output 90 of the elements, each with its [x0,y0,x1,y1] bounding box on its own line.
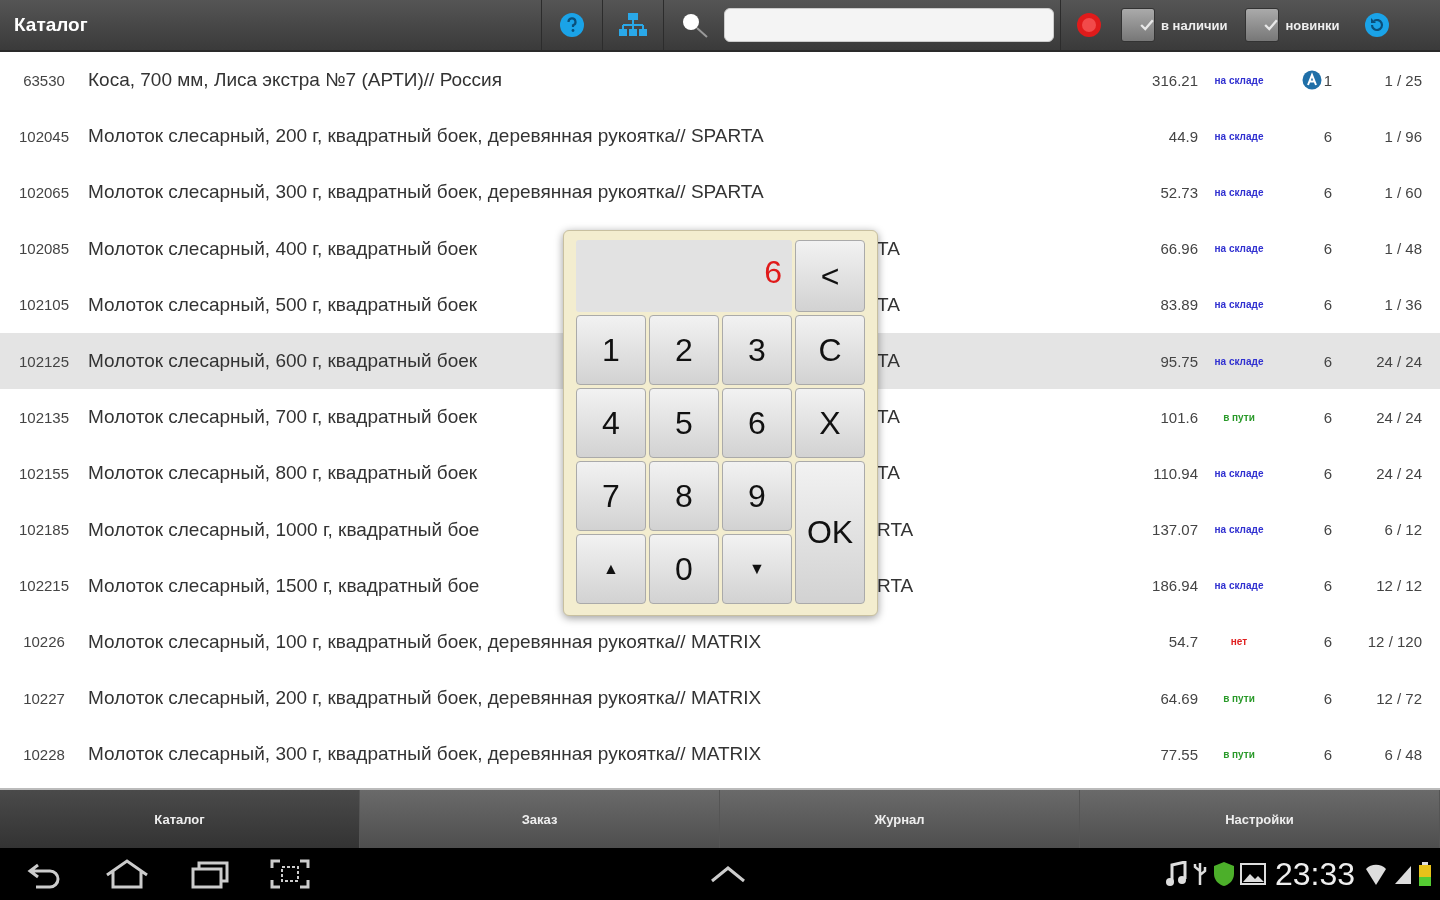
item-quantity: 6 [1323,240,1332,258]
clock: 23:33 [1274,855,1355,893]
item-name: Молоток слесарный, 300 г, квадратный боек, деревянная рукоятка// SPARTA [88,181,765,204]
item-quantity: 6 [1323,408,1332,426]
item-name: RTA [877,518,915,541]
stock-status: на складе [1214,299,1264,311]
item-code: 10227 [22,689,66,707]
item-code: 10226 [22,633,66,651]
stock-status: на складе [1214,580,1264,592]
screen-title: Каталог [13,14,89,36]
pack-size: 6 / 48 [1383,745,1423,763]
pack-size: 12 / 72 [1375,689,1423,707]
pack-size: 12 / 120 [1366,633,1423,651]
item-price: 186.94 [1151,577,1198,595]
item-name: RTA [877,574,915,597]
item-name: TA [877,237,901,260]
item-name: TA [877,350,901,373]
stock-status: на складе [1214,355,1264,367]
item-quantity: 6 [1323,296,1332,314]
pack-size: 1 / 96 [1383,127,1423,145]
item-name: TA [877,462,901,485]
keypad-display: 6 [576,240,792,312]
item-quantity: 1 [1323,71,1332,89]
item-quantity: 6 [1323,183,1332,201]
item-name: Молоток слесарный, 200 г, квадратный боек, деревянная рукоятка// MATRIX [88,687,763,710]
stock-status: в пути [1223,411,1255,423]
item-name: Молоток слесарный, 700 г, квадратный боек [88,406,479,429]
item-code: 102215 [17,577,71,595]
item-name: Молоток слесарный, 1000 г, квадратный бое [88,518,481,541]
item-code: 102185 [17,521,71,539]
stock-status: нет [1230,636,1248,648]
item-code: 63530 [22,71,66,89]
item-quantity: 6 [1323,745,1332,763]
item-price: 316.21 [1151,71,1198,89]
item-code: 102045 [17,127,71,145]
item-price: 95.75 [1159,352,1198,370]
item-name: Коса, 700 мм, Лиса экстра №7 (АРТИ)// Россия [88,69,503,92]
item-quantity: 6 [1323,689,1332,707]
stock-status: на складе [1214,74,1264,86]
item-code: 102155 [17,464,71,482]
item-name: Молоток слесарный, 500 г, квадратный боек [88,293,479,316]
stock-status: на складе [1214,130,1264,142]
pack-size: 6 / 12 [1383,521,1423,539]
item-code: 102135 [17,408,71,426]
item-price: 110.94 [1152,464,1198,482]
item-quantity: 6 [1323,352,1332,370]
stock-status: в пути [1223,692,1255,704]
item-price: 54.7 [1167,633,1198,651]
pack-size: 1 / 25 [1383,71,1423,89]
stock-status: на складе [1214,524,1264,536]
pack-size: 1 / 36 [1383,296,1423,314]
pack-size: 12 / 12 [1375,577,1423,595]
item-code: 102125 [17,352,71,370]
item-quantity: 6 [1323,577,1332,595]
pack-size: 24 / 24 [1375,352,1423,370]
item-name: Молоток слесарный, 300 г, квадратный боек, деревянная рукоятка// MATRIX [88,743,763,766]
item-price: 64.69 [1159,689,1198,707]
item-quantity: 6 [1323,464,1332,482]
item-price: 52.73 [1159,183,1198,201]
item-price: 44.9 [1167,127,1198,145]
pack-size: 24 / 24 [1375,464,1423,482]
stock-status: в пути [1223,748,1255,760]
item-quantity: 6 [1323,521,1332,539]
item-price: 77.55 [1159,745,1198,763]
item-name: Молоток слесарный, 600 г, квадратный боек [88,350,479,373]
item-name: Молоток слесарный, 1500 г, квадратный бое [88,574,481,597]
item-quantity: 6 [1323,633,1332,651]
item-price: 101.6 [1159,408,1198,426]
pack-size: 1 / 48 [1383,240,1423,258]
stock-status: на складе [1214,467,1264,479]
item-price: 137.07 [1151,521,1198,539]
filter-label: в наличии [1161,17,1228,33]
stock-status: на складе [1214,186,1264,198]
item-price: 83.89 [1159,296,1198,314]
item-code: 102085 [17,240,71,258]
item-name: Молоток слесарный, 200 г, квадратный боек, деревянная рукоятка// SPARTA [88,125,765,148]
item-name: TA [877,293,901,316]
item-name: Молоток слесарный, 800 г, квадратный боек [88,462,479,485]
pack-size: 1 / 60 [1383,183,1423,201]
stock-status: на складе [1214,243,1264,255]
item-name: Молоток слесарный, 100 г, квадратный боек, деревянная рукоятка// MATRIX [88,630,763,653]
pack-size: 24 / 24 [1375,408,1423,426]
item-name: Молоток слесарный, 400 г, квадратный боек [88,237,479,260]
item-code: 10228 [22,745,66,763]
item-quantity: 6 [1323,127,1332,145]
item-code: 102065 [17,183,71,201]
item-code: 102105 [17,296,71,314]
item-name: TA [877,406,901,429]
filter-label: новинки [1285,17,1340,33]
item-price: 66.96 [1159,240,1198,258]
